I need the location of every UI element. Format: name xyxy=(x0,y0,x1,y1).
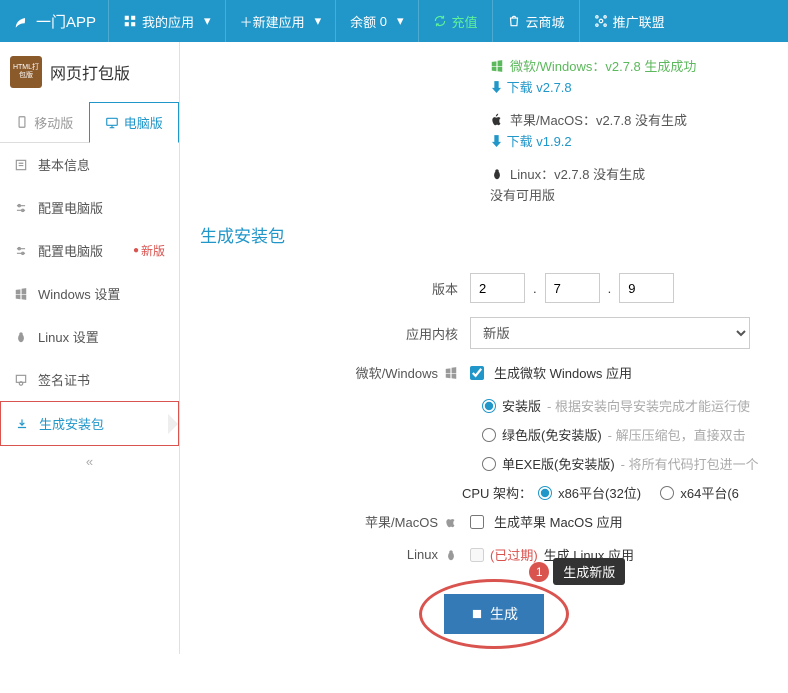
menu-config-desktop-new[interactable]: 配置电脑版 新版 xyxy=(0,229,179,272)
linux-row-label: Linux xyxy=(200,547,470,562)
windows-checkbox[interactable] xyxy=(470,366,484,380)
version-minor-input[interactable] xyxy=(545,273,600,303)
info-icon xyxy=(14,158,28,172)
linux-icon xyxy=(14,330,28,344)
chevron-down-icon: ▾ xyxy=(315,13,322,29)
brand: 一门APP xyxy=(0,11,108,32)
menu-basic-info[interactable]: 基本信息 xyxy=(0,143,179,186)
download-windows-link[interactable]: ⬇ 下载 v2.7.8 xyxy=(490,77,572,96)
app-header: HTML打包版 网页打包版 xyxy=(0,42,179,102)
plus-icon: ＋ xyxy=(240,12,253,31)
linux-checkbox xyxy=(470,548,484,562)
new-badge: 新版 xyxy=(133,242,165,259)
network-icon xyxy=(594,14,608,28)
grid-icon xyxy=(123,14,137,28)
top-nav: 一门APP 我的应用 ▾ ＋ 新建应用 ▾ 余额 0 ▾ 充值 云商城 推广联盟 xyxy=(0,0,788,42)
version-patch-input[interactable] xyxy=(619,273,674,303)
apple-icon xyxy=(444,515,458,529)
nav-balance[interactable]: 余额 0 ▾ xyxy=(335,0,417,42)
bag-icon xyxy=(507,14,521,28)
linux-icon xyxy=(444,548,458,562)
tab-mobile[interactable]: 移动版 xyxy=(0,102,89,142)
status-windows: 微软/Windows：v2.7.8 生成成功 ⬇ 下载 v2.7.8 xyxy=(490,56,788,96)
section-title: 生成安装包 xyxy=(200,222,788,247)
opt-green-radio[interactable] xyxy=(482,428,496,442)
sidebar: HTML打包版 网页打包版 移动版 电脑版 基本信息 配置电脑版 xyxy=(0,42,180,654)
refresh-icon xyxy=(433,14,447,28)
status-macos: 苹果/MacOS：v2.7.8 没有生成 ⬇ 下载 v1.9.2 xyxy=(490,110,788,150)
menu-certificate[interactable]: 签名证书 xyxy=(0,358,179,401)
annotation-label: 生成新版 xyxy=(553,558,625,585)
kernel-select[interactable]: 新版 xyxy=(470,317,750,349)
status-linux: Linux：v2.7.8 没有生成 没有可用版 xyxy=(490,164,788,204)
windows-icon xyxy=(14,287,28,301)
app-icon: HTML打包版 xyxy=(10,56,42,88)
chevron-down-icon: ▾ xyxy=(397,13,404,29)
nav-mall[interactable]: 云商城 xyxy=(492,0,579,42)
phone-icon xyxy=(15,115,29,129)
download-macos-link[interactable]: ⬇ 下载 v1.9.2 xyxy=(490,131,572,150)
opt-install-radio[interactable] xyxy=(482,399,496,413)
macos-checkbox[interactable] xyxy=(470,515,484,529)
version-major-input[interactable] xyxy=(470,273,525,303)
apple-icon xyxy=(490,113,504,127)
annotation-number: 1 xyxy=(529,562,549,582)
menu-windows-settings[interactable]: Windows 设置 xyxy=(0,272,179,315)
monitor-icon xyxy=(105,116,119,130)
app-name: 网页打包版 xyxy=(50,60,130,84)
menu-config-desktop[interactable]: 配置电脑版 xyxy=(0,186,179,229)
sliders-icon xyxy=(14,201,28,215)
nav-recharge[interactable]: 充值 xyxy=(418,0,492,42)
tab-desktop[interactable]: 电脑版 xyxy=(89,102,180,143)
nav-new-app[interactable]: ＋ 新建应用 ▾ xyxy=(225,0,336,42)
cpu-label: CPU 架构： xyxy=(462,483,532,502)
main-content: 微软/Windows：v2.7.8 生成成功 ⬇ 下载 v2.7.8 苹果/Ma… xyxy=(180,42,788,654)
certificate-icon xyxy=(14,373,28,387)
platform-tabs: 移动版 电脑版 xyxy=(0,102,179,143)
download-icon xyxy=(15,417,29,431)
cpu-x64-radio[interactable] xyxy=(660,486,674,500)
annotation-callout: 1 生成新版 xyxy=(529,558,625,585)
opt-exe-radio[interactable] xyxy=(482,457,496,471)
menu-linux-settings[interactable]: Linux 设置 xyxy=(0,315,179,358)
kernel-label: 应用内核 xyxy=(200,324,470,343)
menu-build-package[interactable]: 生成安装包 xyxy=(0,401,179,446)
package-icon xyxy=(470,607,484,621)
linux-icon xyxy=(490,167,504,181)
nav-my-apps[interactable]: 我的应用 ▾ xyxy=(108,0,225,42)
windows-icon xyxy=(444,366,458,380)
windows-row-label: 微软/Windows xyxy=(200,363,470,382)
leaf-icon xyxy=(12,12,30,30)
chevron-down-icon: ▾ xyxy=(204,13,211,29)
sliders-icon xyxy=(14,244,28,258)
windows-icon xyxy=(490,59,504,73)
generate-button[interactable]: 生成 xyxy=(444,594,544,634)
collapse-sidebar[interactable]: « xyxy=(0,446,179,477)
nav-promote[interactable]: 推广联盟 xyxy=(579,0,679,42)
macos-row-label: 苹果/MacOS xyxy=(200,512,470,531)
cpu-x86-radio[interactable] xyxy=(538,486,552,500)
version-label: 版本 xyxy=(200,279,470,298)
